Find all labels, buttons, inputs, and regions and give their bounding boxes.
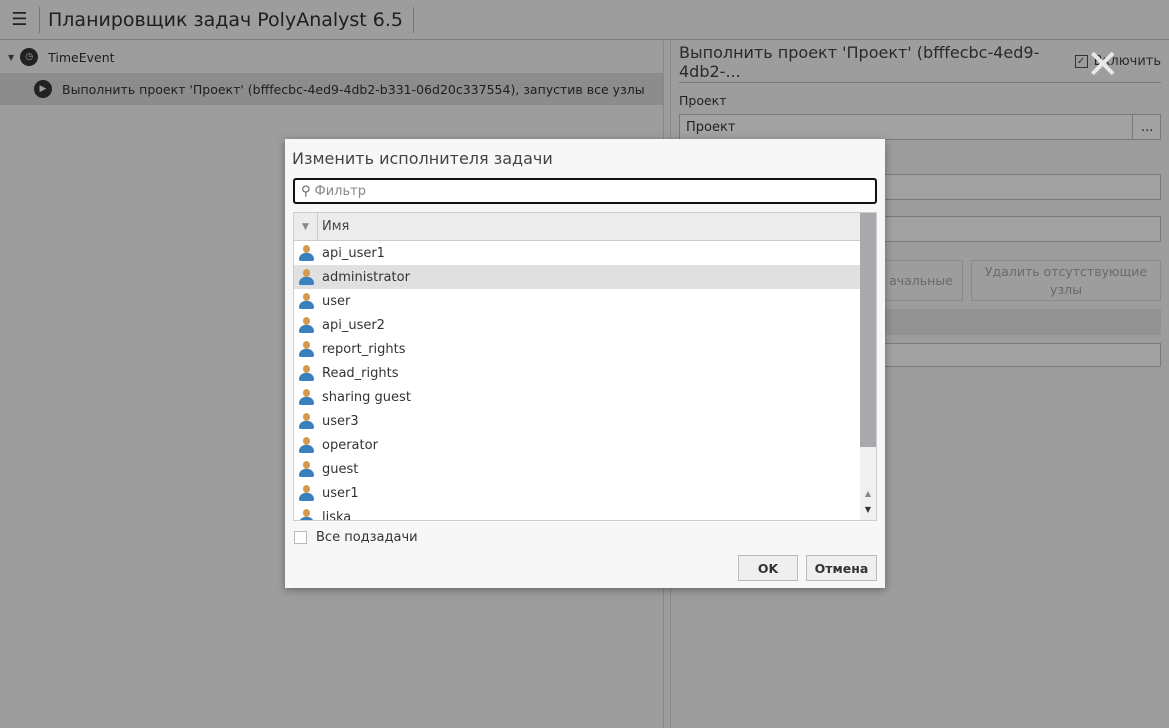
filter-placeholder: Фильтр [314, 183, 366, 199]
user-name: api_user1 [322, 245, 385, 261]
all-subtasks-label: Все подзадачи [316, 530, 418, 545]
scroll-down-arrow[interactable]: ▼ [860, 505, 876, 514]
filter-input[interactable]: ⚲ Фильтр [293, 178, 877, 204]
app-title: Планировщик задач PolyAnalyst 6.5 [40, 6, 415, 33]
tree-item-task[interactable]: ▶ Выполнить проект 'Проект' (bfffecbc-4e… [0, 73, 663, 105]
all-subtasks-checkbox[interactable] [294, 531, 307, 544]
user-row[interactable]: operator [294, 433, 861, 457]
user-name: liska [322, 509, 352, 521]
scrollbar[interactable]: ▲ ▼ [860, 213, 876, 520]
details-title: Выполнить проект 'Проект' (bfffecbc-4ed9… [679, 42, 1040, 81]
hamburger-icon[interactable]: ☰ [0, 6, 40, 33]
panel-row [879, 309, 1161, 335]
user-row[interactable]: api_user1 [294, 241, 861, 265]
tree-item-label: TimeEvent [48, 49, 115, 65]
dialog-title: Изменить исполнителя задачи [292, 149, 553, 168]
project-label: Проект [679, 93, 727, 108]
user-icon [299, 461, 314, 477]
project-field[interactable]: Проект [679, 114, 1133, 140]
spin-field-2[interactable] [879, 216, 1161, 242]
user-name: user1 [322, 485, 359, 501]
user-row[interactable]: Read_rights [294, 361, 861, 385]
user-row[interactable]: administrator [294, 265, 861, 289]
scrollbar-thumb[interactable] [860, 213, 876, 447]
user-row[interactable]: user [294, 289, 861, 313]
all-subtasks[interactable]: Все подзадачи [294, 530, 418, 545]
user-name: Read_rights [322, 365, 399, 381]
tree-item-label: Выполнить проект 'Проект' (bfffecbc-4ed9… [62, 81, 645, 97]
play-icon: ▶ [34, 80, 52, 98]
top-bar: ☰ Планировщик задач PolyAnalyst 6.5 [0, 0, 1169, 40]
user-row[interactable]: user3 [294, 409, 861, 433]
change-executor-dialog: Изменить исполнителя задачи ⚲ Фильтр ▼ И… [285, 139, 885, 588]
cancel-button[interactable]: Отмена [806, 555, 877, 581]
user-icon [299, 341, 314, 357]
user-icon [299, 293, 314, 309]
initial-nodes-button[interactable]: ачальные [879, 260, 963, 301]
panel-field[interactable] [879, 343, 1161, 367]
user-name: user3 [322, 413, 359, 429]
user-icon [299, 437, 314, 453]
users-grid: ▼ Имя api_user1 administrator user api_user… [293, 212, 877, 521]
tree-item-timeevent[interactable]: ▼ ◷ TimeEvent [0, 41, 663, 73]
user-row[interactable]: liska [294, 505, 861, 521]
user-icon [299, 365, 314, 381]
user-name: user [322, 293, 351, 309]
user-name: api_user2 [322, 317, 385, 333]
user-row[interactable]: report_rights [294, 337, 861, 361]
user-icon [299, 245, 314, 261]
clock-icon: ◷ [20, 48, 39, 66]
remove-missing-nodes-button[interactable]: Удалить отсутствующие узлы [971, 260, 1161, 301]
chevron-down-icon[interactable]: ▼ [8, 53, 14, 62]
user-row[interactable]: api_user2 [294, 313, 861, 337]
user-name: report_rights [322, 341, 406, 357]
user-row[interactable]: user1 [294, 481, 861, 505]
user-icon [299, 389, 314, 405]
user-icon [299, 317, 314, 333]
user-name: administrator [322, 269, 410, 285]
spin-field-1[interactable] [879, 174, 1161, 200]
user-row[interactable]: guest [294, 457, 861, 481]
sort-icon[interactable]: ▼ [294, 213, 318, 240]
user-row[interactable]: sharing guest [294, 385, 861, 409]
scroll-up-arrow[interactable]: ▲ [860, 489, 876, 498]
search-icon: ⚲ [301, 183, 311, 199]
user-icon [299, 413, 314, 429]
user-name: guest [322, 461, 359, 477]
ok-button[interactable]: OK [738, 555, 798, 581]
close-icon[interactable]: ✕ [1086, 45, 1120, 85]
user-icon [299, 485, 314, 501]
user-icon [299, 509, 314, 520]
user-name: operator [322, 437, 378, 453]
user-icon [299, 269, 314, 285]
user-name: sharing guest [322, 389, 411, 405]
browse-button[interactable]: ... [1133, 114, 1161, 140]
column-header-name[interactable]: Имя [318, 219, 349, 234]
